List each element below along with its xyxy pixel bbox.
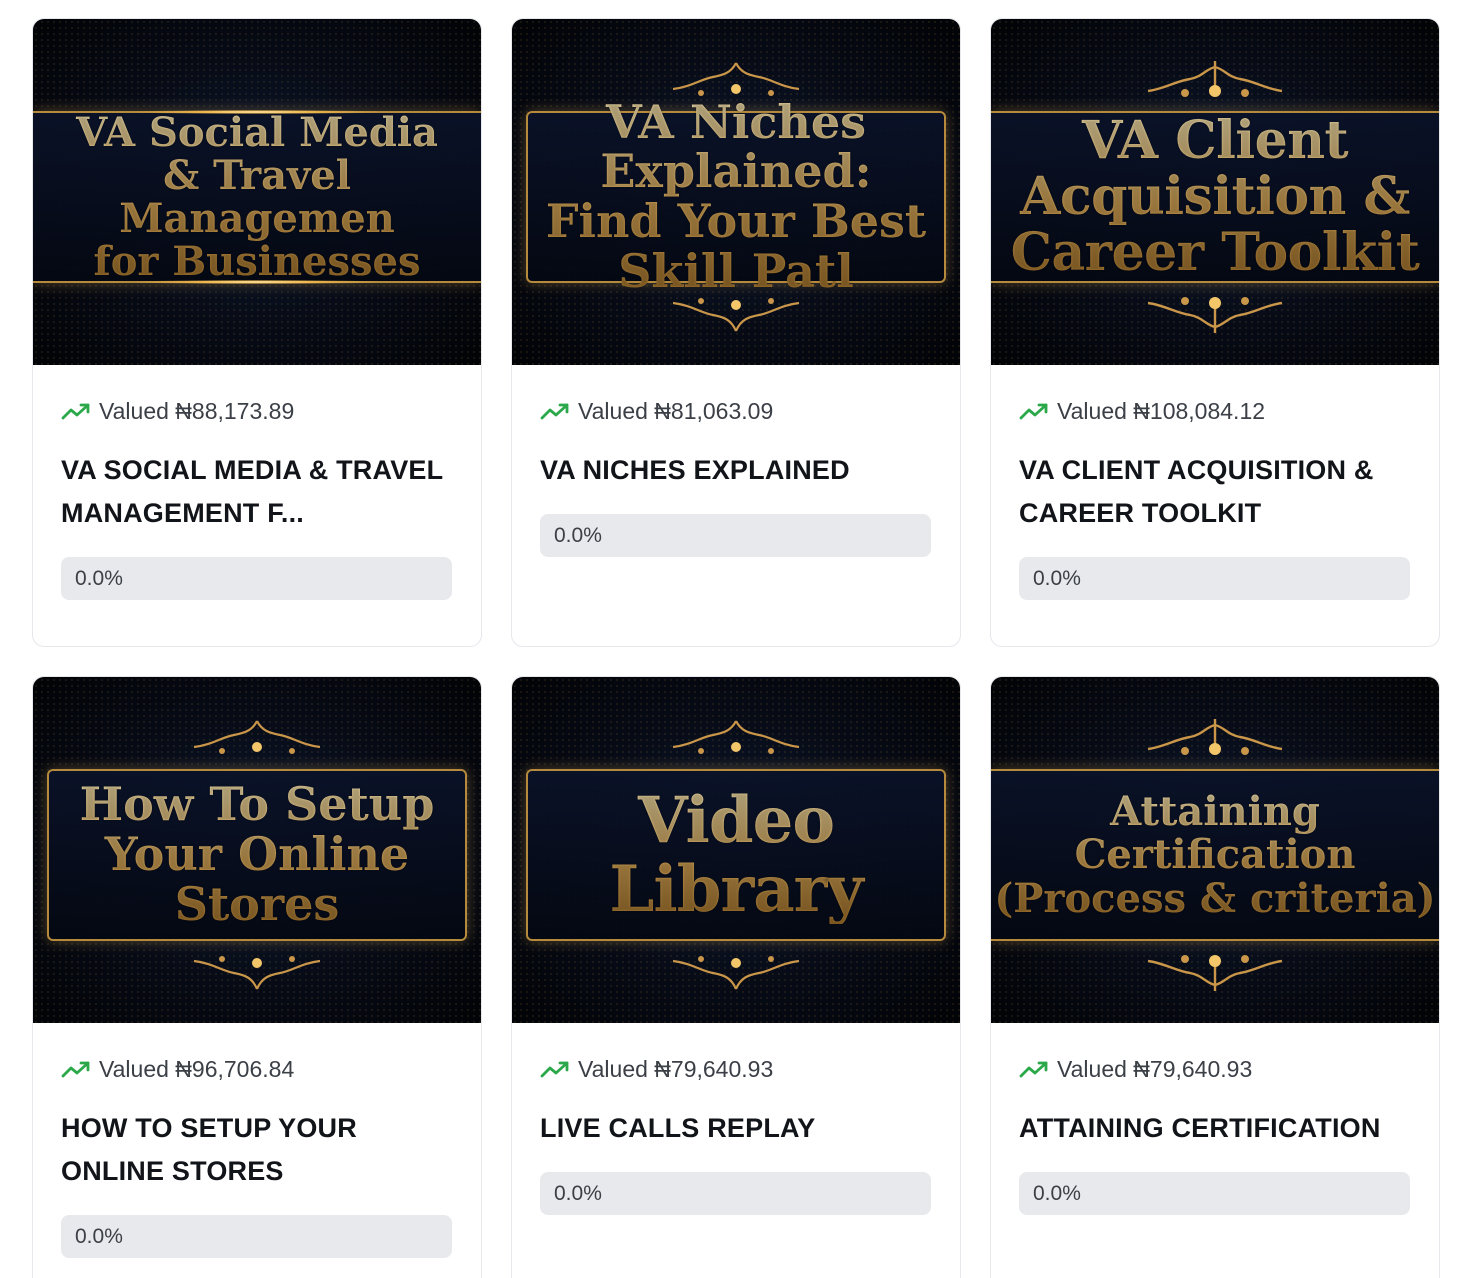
thumbnail-title: VA Social Media & Travel Managemen for B…	[33, 111, 481, 284]
valued-row: Valued ₦88,173.89	[61, 395, 453, 427]
valued-row: Valued ₦81,063.09	[540, 395, 932, 427]
ornament-decoration	[1147, 61, 1283, 97]
card-body: Valued ₦96,706.84 HOW TO SETUP YOUR ONLI…	[33, 1023, 481, 1258]
course-title[interactable]: ATTAINING CERTIFICATION	[1019, 1107, 1411, 1150]
ornament-decoration	[672, 956, 800, 990]
progress-label: 0.0%	[75, 1225, 123, 1248]
valued-amount: Valued ₦79,640.93	[1057, 1055, 1253, 1082]
course-card[interactable]: How To Setup Your Online Stores Valued ₦…	[32, 676, 482, 1278]
card-body: Valued ₦81,063.09 VA NICHES EXPLAINED 0.…	[512, 365, 960, 557]
course-thumbnail[interactable]: VA Niches Explained: Find Your Best Skil…	[512, 19, 960, 365]
thumbnail-title: Attaining Certification (Process & crite…	[991, 790, 1439, 920]
card-body: Valued ₦79,640.93 LIVE CALLS REPLAY 0.0%	[512, 1023, 960, 1215]
trending-up-icon	[540, 403, 569, 420]
ornament-decoration	[1147, 955, 1283, 991]
thumbnail-banner: VA Client Acquisition & Career Toolkit	[991, 111, 1439, 283]
ornament-decoration	[1147, 297, 1283, 333]
course-title[interactable]: VA CLIENT ACQUISITION & CAREER TOOLKIT	[1019, 449, 1411, 535]
course-title[interactable]: HOW TO SETUP YOUR ONLINE STORES	[61, 1107, 453, 1193]
valued-amount: Valued ₦88,173.89	[99, 397, 295, 424]
thumbnail-banner: Attaining Certification (Process & crite…	[991, 769, 1439, 941]
progress-label: 0.0%	[554, 524, 602, 547]
course-card[interactable]: VA Niches Explained: Find Your Best Skil…	[511, 18, 961, 647]
card-body: Valued ₦79,640.93 ATTAINING CERTIFICATIO…	[991, 1023, 1439, 1215]
progress-label: 0.0%	[554, 1182, 602, 1205]
course-title[interactable]: LIVE CALLS REPLAY	[540, 1107, 932, 1150]
course-thumbnail[interactable]: VA Social Media & Travel Managemen for B…	[33, 19, 481, 365]
valued-row: Valued ₦79,640.93	[540, 1053, 932, 1085]
trending-up-icon	[61, 1061, 90, 1078]
course-title[interactable]: VA NICHES EXPLAINED	[540, 449, 932, 492]
valued-row: Valued ₦108,084.12	[1019, 395, 1411, 427]
course-card[interactable]: Attaining Certification (Process & crite…	[990, 676, 1440, 1278]
valued-amount: Valued ₦108,084.12	[1057, 397, 1266, 424]
progress-label: 0.0%	[75, 567, 123, 590]
progress-label: 0.0%	[1033, 567, 1081, 590]
thumbnail-title: How To Setup Your Online Stores	[49, 780, 465, 929]
progress-label: 0.0%	[1033, 1182, 1081, 1205]
progress-bar: 0.0%	[1019, 557, 1410, 600]
thumbnail-banner: VA Social Media & Travel Managemen for B…	[33, 110, 481, 284]
trending-up-icon	[61, 403, 90, 420]
progress-bar: 0.0%	[540, 514, 931, 557]
light-flare-decoration	[137, 110, 377, 114]
progress-bar: 0.0%	[61, 1215, 452, 1258]
thumbnail-banner: Video Library	[526, 769, 946, 941]
course-thumbnail[interactable]: Attaining Certification (Process & crite…	[991, 677, 1439, 1023]
course-thumbnail[interactable]: VA Client Acquisition & Career Toolkit	[991, 19, 1439, 365]
trending-up-icon	[1019, 403, 1048, 420]
course-card[interactable]: VA Social Media & Travel Managemen for B…	[32, 18, 482, 647]
thumbnail-title: VA Niches Explained: Find Your Best Skil…	[528, 98, 944, 297]
valued-amount: Valued ₦96,706.84	[99, 1055, 295, 1082]
valued-row: Valued ₦79,640.93	[1019, 1053, 1411, 1085]
course-card[interactable]: Video Library Valued ₦79,640.93 LIVE CAL…	[511, 676, 961, 1278]
ornament-decoration	[193, 720, 321, 754]
course-thumbnail[interactable]: How To Setup Your Online Stores	[33, 677, 481, 1023]
valued-amount: Valued ₦79,640.93	[578, 1055, 774, 1082]
valued-row: Valued ₦96,706.84	[61, 1053, 453, 1085]
ornament-decoration	[672, 298, 800, 332]
trending-up-icon	[540, 1061, 569, 1078]
progress-bar: 0.0%	[61, 557, 452, 600]
light-flare-decoration	[137, 280, 377, 284]
thumbnail-banner: How To Setup Your Online Stores	[47, 769, 467, 941]
ornament-decoration	[1147, 719, 1283, 755]
ornament-decoration	[672, 720, 800, 754]
ornament-decoration	[193, 956, 321, 990]
course-card[interactable]: VA Client Acquisition & Career Toolkit V…	[990, 18, 1440, 647]
trending-up-icon	[1019, 1061, 1048, 1078]
progress-bar: 0.0%	[540, 1172, 931, 1215]
valued-amount: Valued ₦81,063.09	[578, 397, 774, 424]
thumbnail-title: Video Library	[528, 786, 944, 924]
card-body: Valued ₦108,084.12 VA CLIENT ACQUISITION…	[991, 365, 1439, 600]
course-grid: VA Social Media & Travel Managemen for B…	[0, 0, 1470, 1278]
thumbnail-banner: VA Niches Explained: Find Your Best Skil…	[526, 98, 946, 295]
course-title[interactable]: VA SOCIAL MEDIA & TRAVEL MANAGEMENT F...	[61, 449, 453, 535]
progress-bar: 0.0%	[1019, 1172, 1410, 1215]
thumbnail-title: VA Client Acquisition & Career Toolkit	[991, 113, 1439, 281]
card-body: Valued ₦88,173.89 VA SOCIAL MEDIA & TRAV…	[33, 365, 481, 600]
course-thumbnail[interactable]: Video Library	[512, 677, 960, 1023]
